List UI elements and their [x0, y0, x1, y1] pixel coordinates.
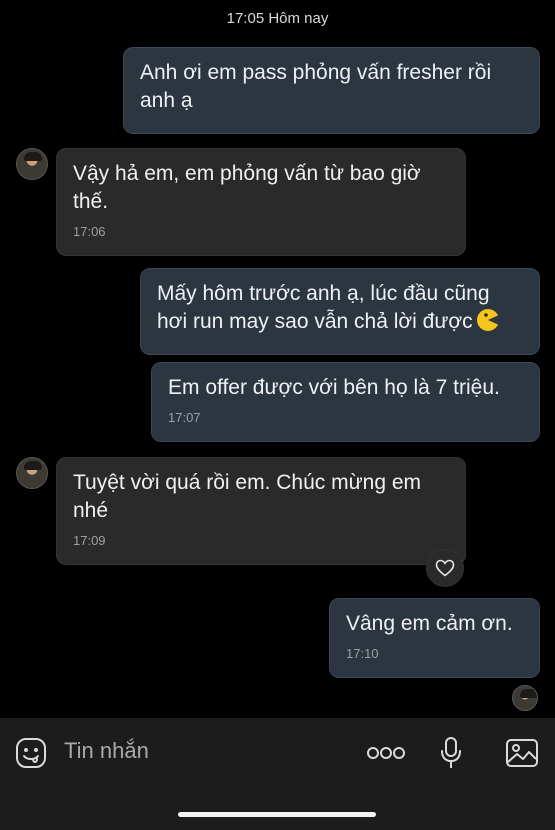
message-input[interactable]: Tin nhắn	[64, 738, 149, 764]
message-text: Anh ơi em pass phỏng vấn fresher rồi anh…	[140, 61, 492, 112]
message-time: 17:10	[346, 646, 379, 661]
microphone-icon	[441, 737, 461, 768]
like-reaction-button[interactable]	[426, 549, 464, 587]
message-bubble-received[interactable]: Vậy hả em, em phỏng vấn từ bao giờ thế. …	[56, 148, 466, 256]
message-text: Em offer được với bên họ là 7 triệu.	[168, 376, 500, 399]
message-text: Vậy hả em, em phỏng vấn từ bao giờ thế.	[73, 162, 421, 213]
heart-icon	[435, 559, 455, 577]
message-text: Vâng em cảm ơn.	[346, 612, 513, 635]
home-indicator[interactable]	[178, 812, 376, 817]
contact-avatar[interactable]	[16, 457, 48, 489]
message-bubble-sent[interactable]: Em offer được với bên họ là 7 triệu. 17:…	[151, 362, 540, 442]
image-button[interactable]	[504, 736, 540, 770]
sticker-icon	[16, 738, 46, 768]
message-bubble-received[interactable]: Tuyệt vời quá rồi em. Chúc mừng em nhé 1…	[56, 457, 466, 565]
message-time: 17:06	[73, 224, 106, 239]
image-icon	[506, 739, 538, 767]
message-bubble-sent[interactable]: Mấy hôm trước anh ạ, lúc đầu cũng hơi ru…	[140, 268, 540, 355]
microphone-button[interactable]	[437, 734, 465, 772]
message-bubble-sent[interactable]: Anh ơi em pass phỏng vấn fresher rồi anh…	[123, 47, 540, 134]
message-time: 17:09	[73, 533, 106, 548]
pacman-emoji-icon	[476, 309, 499, 331]
more-options-button[interactable]	[364, 740, 408, 766]
contact-avatar[interactable]	[16, 148, 48, 180]
seen-avatar	[512, 685, 538, 711]
chat-timestamp-header: 17:05 Hôm nay	[226, 10, 329, 27]
message-time: 17:07	[168, 410, 201, 425]
sticker-button[interactable]	[14, 736, 48, 770]
more-options-icon	[367, 747, 405, 759]
message-text: Mấy hôm trước anh ạ, lúc đầu cũng hơi ru…	[157, 282, 490, 333]
message-text: Tuyệt vời quá rồi em. Chúc mừng em nhé	[73, 471, 422, 522]
message-bubble-sent[interactable]: Vâng em cảm ơn. 17:10	[329, 598, 540, 678]
